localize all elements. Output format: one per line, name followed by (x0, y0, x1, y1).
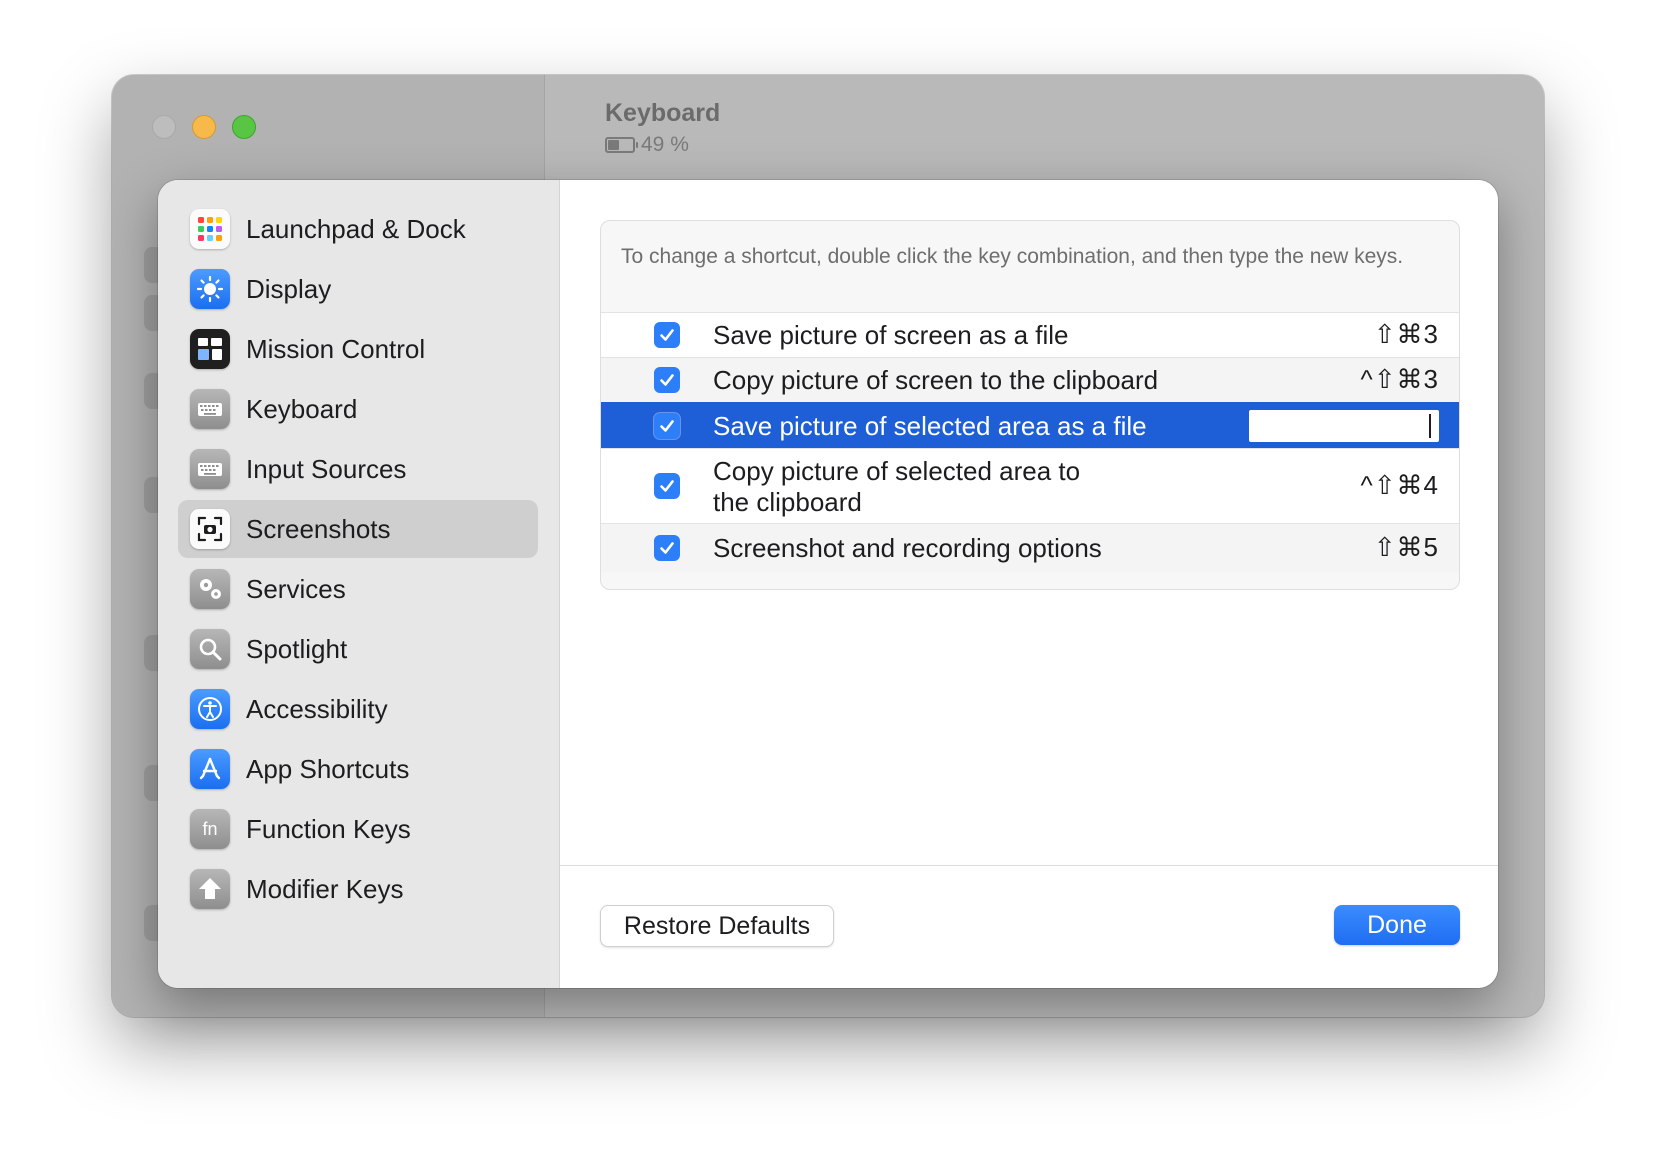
shortcuts-content: To change a shortcut, double click the k… (560, 180, 1498, 988)
shortcuts-sidebar: Launchpad & Dock Display Mission Control… (158, 180, 560, 988)
app-store-icon (190, 749, 230, 789)
shortcut-row-copy-area-clipboard[interactable]: Copy picture of selected area to the cli… (601, 448, 1459, 524)
sidebar-item-label: Function Keys (246, 814, 411, 844)
battery-status: 49 % (605, 133, 689, 157)
sidebar-item-label: Spotlight (246, 634, 348, 664)
sidebar-item-label: Mission Control (246, 334, 426, 364)
gears-icon (190, 569, 230, 609)
checkmark-icon (660, 542, 674, 554)
close-window-button[interactable] (152, 115, 176, 139)
sidebar-item-label: App Shortcuts (246, 754, 410, 784)
done-button[interactable]: Done (1334, 905, 1460, 945)
sidebar-item-accessibility[interactable]: Accessibility (178, 680, 538, 738)
checkmark-icon (660, 329, 674, 341)
sidebar-item-keyboard[interactable]: Keyboard (178, 380, 538, 438)
sidebar-item-label: Services (246, 574, 346, 604)
sidebar-item-label: Display (246, 274, 332, 304)
shortcut-row-recording-options[interactable]: Screenshot and recording options ⇧⌘5 (601, 523, 1459, 572)
keyboard-icon (190, 449, 230, 489)
sidebar-item-screenshots[interactable]: Screenshots (178, 500, 538, 558)
help-text: To change a shortcut, double click the k… (621, 245, 1404, 268)
sidebar-item-mission-control[interactable]: Mission Control (178, 320, 538, 378)
enable-checkbox[interactable] (654, 367, 680, 393)
shortcut-label: Save picture of screen as a file (713, 320, 1069, 350)
shortcut-keys[interactable]: ⇧⌘3 (1374, 319, 1439, 350)
shortcut-row-save-area-file[interactable]: Save picture of selected area as a file (601, 402, 1459, 449)
shortcut-label: Copy picture of screen to the clipboard (713, 365, 1159, 395)
launchpad-icon (190, 209, 230, 249)
sidebar-item-services[interactable]: Services (178, 560, 538, 618)
arrow-up-icon (190, 869, 230, 909)
sidebar-item-label: Screenshots (246, 514, 391, 544)
sidebar-item-app-shortcuts[interactable]: App Shortcuts (178, 740, 538, 798)
svg-text:fn: fn (202, 819, 217, 839)
keyboard-shortcuts-sheet: Launchpad & Dock Display Mission Control… (158, 180, 1498, 988)
footer-divider (560, 865, 1498, 866)
shortcuts-table: To change a shortcut, double click the k… (600, 220, 1460, 590)
enable-checkbox[interactable] (654, 473, 680, 499)
battery-icon (605, 137, 638, 153)
sidebar-item-label: Launchpad & Dock (246, 214, 466, 244)
checkmark-icon (660, 480, 674, 492)
mission-control-icon (190, 329, 230, 369)
fn-icon: fn (190, 809, 230, 849)
accessibility-icon (190, 689, 230, 729)
minimize-window-button[interactable] (192, 115, 216, 139)
shortcut-label: Screenshot and recording options (713, 533, 1102, 563)
shortcut-row-copy-screen-clipboard[interactable]: Copy picture of screen to the clipboard … (601, 357, 1459, 403)
shortcut-row-save-screen-file[interactable]: Save picture of screen as a file ⇧⌘3 (601, 312, 1459, 358)
sidebar-item-display[interactable]: Display (178, 260, 538, 318)
shortcut-keys[interactable]: ⇧⌘5 (1374, 532, 1439, 563)
enable-checkbox[interactable] (654, 322, 680, 348)
sidebar-item-spotlight[interactable]: Spotlight (178, 620, 538, 678)
text-caret (1429, 414, 1431, 438)
sidebar-item-input-sources[interactable]: Input Sources (178, 440, 538, 498)
zoom-window-button[interactable] (232, 115, 256, 139)
sidebar-item-label: Modifier Keys (246, 874, 404, 904)
shortcut-keys[interactable]: ^⇧⌘3 (1361, 364, 1439, 395)
battery-percentage: 49 % (641, 133, 689, 156)
shortcut-label-line2: the clipboard (713, 487, 862, 517)
sidebar-item-modifier-keys[interactable]: Modifier Keys (178, 860, 538, 918)
sidebar-item-label: Input Sources (246, 454, 407, 484)
keyboard-icon (190, 389, 230, 429)
shortcut-label: Save picture of selected area as a file (713, 411, 1147, 441)
restore-defaults-button[interactable]: Restore Defaults (600, 905, 834, 947)
display-brightness-icon (190, 269, 230, 309)
checkmark-icon (660, 374, 674, 386)
checkmark-icon (660, 420, 674, 432)
enable-checkbox[interactable] (654, 413, 680, 439)
sidebar-item-function-keys[interactable]: fn Function Keys (178, 800, 538, 858)
shortcut-key-input[interactable] (1249, 410, 1439, 442)
magnifier-icon (190, 629, 230, 669)
shortcut-keys[interactable]: ^⇧⌘4 (1361, 470, 1439, 501)
sidebar-item-label: Accessibility (246, 694, 388, 724)
window-title: Keyboard (605, 99, 721, 127)
sidebar-item-launchpad-dock[interactable]: Launchpad & Dock (178, 200, 538, 258)
enable-checkbox[interactable] (654, 535, 680, 561)
shortcut-label: Copy picture of selected area to (713, 456, 1081, 486)
screenshot-icon (190, 509, 230, 549)
sidebar-item-label: Keyboard (246, 394, 358, 424)
